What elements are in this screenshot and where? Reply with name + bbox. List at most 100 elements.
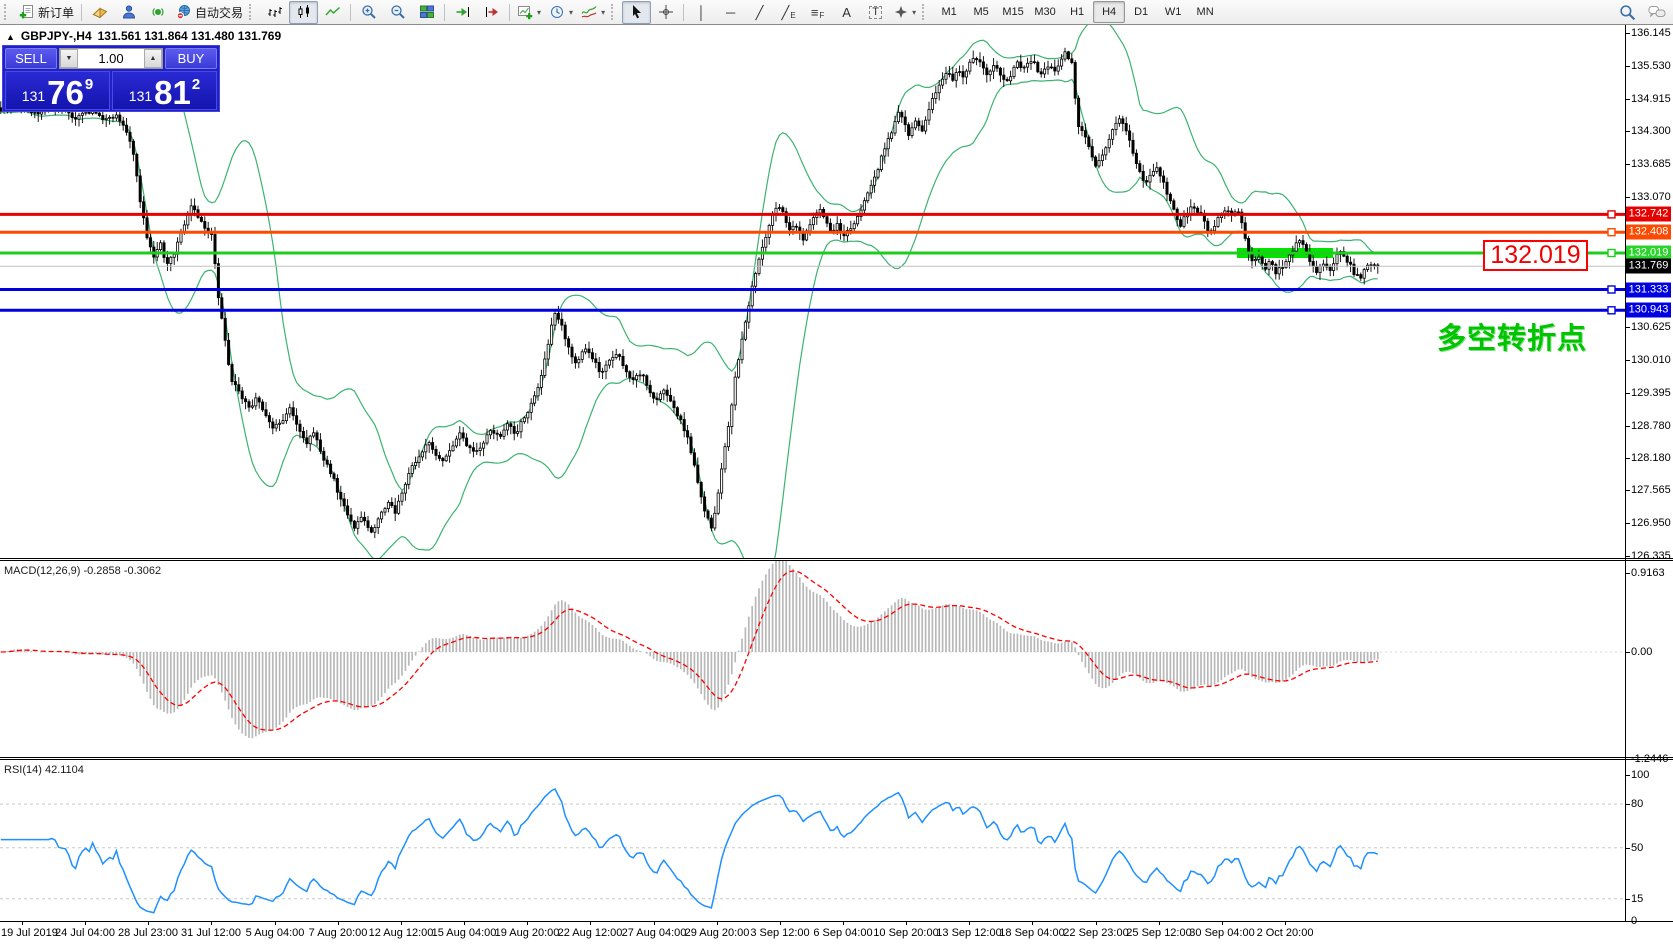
time-axis-tick [906, 921, 907, 925]
crosshair-tool-button[interactable] [651, 1, 680, 24]
line-chart-mode-button[interactable] [318, 1, 347, 24]
toolbar-drag-handle[interactable] [611, 4, 618, 20]
arrows-tool-button[interactable]: ▾ [890, 1, 920, 24]
dropdown-caret-icon: ▾ [601, 8, 605, 17]
timeframe-button-m15[interactable]: M15 [997, 1, 1029, 23]
vertical-line-tool-button[interactable]: │ [687, 1, 716, 24]
candlestick-mode-button[interactable] [289, 1, 318, 24]
timeframe-button-d1[interactable]: D1 [1125, 1, 1157, 23]
clock-icon [549, 4, 565, 20]
strategy-tester-button[interactable] [114, 1, 143, 24]
main-chart-plot[interactable] [0, 25, 1625, 558]
level-price-label: 132.408 [1626, 225, 1671, 240]
person-chart-icon [121, 4, 137, 20]
volume-input[interactable]: 1.00 [78, 49, 144, 68]
time-axis-label: 19 Jul 2019 [1, 927, 58, 939]
toolbar-separator [81, 4, 82, 21]
price-axis-line[interactable] [1625, 25, 1626, 921]
toolbar-drag-handle[interactable] [4, 4, 11, 20]
price-axis-label: 128.780 [1631, 420, 1671, 432]
time-axis-tick [85, 921, 86, 925]
timeframe-button-h4[interactable]: H4 [1093, 1, 1125, 23]
price-axis-label: 136.145 [1631, 27, 1671, 39]
search-button[interactable] [1613, 1, 1642, 24]
profiles-button[interactable]: ▾ [545, 1, 577, 24]
chart-shift-button[interactable] [477, 1, 506, 24]
autotrading-label: 自动交易 [195, 4, 243, 21]
rsi-plot[interactable] [0, 760, 1625, 921]
tile-windows-button[interactable] [412, 1, 441, 24]
macd-plot[interactable] [0, 561, 1625, 757]
pivot-annotation-text[interactable]: 多空转折点 [1437, 315, 1587, 357]
zoom-out-button[interactable] [383, 1, 412, 24]
text-label-tool-button[interactable]: T [861, 1, 890, 24]
time-axis-label: 2 Oct 20:00 [1257, 927, 1314, 939]
timeframe-button-w1[interactable]: W1 [1157, 1, 1189, 23]
horizontal-line-tool-button[interactable]: ─ [716, 1, 745, 24]
price-axis-tick [1626, 197, 1630, 198]
timeframe-button-m30[interactable]: M30 [1029, 1, 1061, 23]
time-axis-tick [401, 921, 402, 925]
search-icon [1619, 4, 1636, 21]
timeframe-button-h1[interactable]: H1 [1061, 1, 1093, 23]
rsi-label: RSI(14) 42.1104 [4, 764, 84, 776]
time-axis-label: 22 Aug 12:00 [558, 927, 623, 939]
price-axis-label: 129.395 [1631, 387, 1671, 399]
time-axis-tick [22, 921, 23, 925]
volume-increase-button[interactable]: ▲ [144, 49, 162, 68]
chat-button[interactable] [1642, 1, 1671, 24]
cursor-tool-button[interactable] [622, 1, 651, 24]
bar-chart-icon [267, 4, 283, 20]
market-watch-button[interactable] [85, 1, 114, 24]
timeframe-button-m5[interactable]: M5 [965, 1, 997, 23]
buy-button[interactable]: BUY [165, 48, 217, 69]
time-axis-tick [843, 921, 844, 925]
time-axis-tick [1159, 921, 1160, 925]
rsi-axis-label: 15 [1631, 893, 1643, 905]
indicators-button[interactable]: ▾ [577, 1, 609, 24]
price-axis-tick [1626, 33, 1630, 34]
time-axis-label: 28 Jul 23:00 [118, 927, 178, 939]
channel-tool-button[interactable]: ╱E [774, 1, 803, 24]
zoom-in-button[interactable] [354, 1, 383, 24]
price-axis-label: 130.010 [1631, 354, 1671, 366]
buy-price-display[interactable]: 131 81 2 [112, 71, 217, 110]
autotrading-button[interactable]: 自动交易 [172, 1, 247, 24]
time-axis-tick [527, 921, 528, 925]
auto-scroll-button[interactable] [448, 1, 477, 24]
price-callout-box[interactable]: 132.019 [1483, 240, 1588, 271]
text-tool-button[interactable]: A [832, 1, 861, 24]
sell-price-display[interactable]: 131 76 9 [5, 71, 110, 110]
fibonacci-tool-button[interactable]: ≡F [803, 1, 832, 24]
zoom-out-icon [390, 4, 406, 20]
toolbar-separator [444, 4, 445, 21]
time-axis-label: 24 Jul 04:00 [55, 927, 115, 939]
time-axis-label: 30 Sep 04:00 [1189, 927, 1254, 939]
dropdown-caret-icon: ▾ [569, 8, 573, 17]
time-axis-label: 31 Jul 12:00 [181, 927, 241, 939]
bar-chart-mode-button[interactable] [260, 1, 289, 24]
tile-windows-icon [419, 4, 435, 20]
time-axis-label: 5 Aug 04:00 [246, 927, 305, 939]
price-axis-label: 127.565 [1631, 484, 1671, 496]
rsi-axis-label: 80 [1631, 798, 1643, 810]
timeframe-button-m1[interactable]: M1 [933, 1, 965, 23]
timeframe-button-mn[interactable]: MN [1189, 1, 1221, 23]
new-order-button[interactable]: 新订单 [15, 1, 78, 24]
volume-decrease-button[interactable]: ▼ [60, 49, 78, 68]
trendline-tool-button[interactable]: ╱ [745, 1, 774, 24]
toolbar-drag-handle[interactable] [922, 4, 929, 20]
toolbar-separator [350, 4, 351, 21]
new-order-icon [19, 4, 35, 20]
news-signal-button[interactable] [143, 1, 172, 24]
rsi-axis-tick [1626, 804, 1630, 805]
oneclick-collapse-icon[interactable]: ▲ [6, 32, 15, 42]
new-chart-button[interactable]: ▾ [513, 1, 545, 24]
vertical-line-icon: │ [698, 6, 706, 19]
sell-button[interactable]: SELL [5, 48, 57, 69]
price-axis-tick [1626, 523, 1630, 524]
toolbar-drag-handle[interactable] [249, 4, 256, 20]
time-axis-tick [275, 921, 276, 925]
macd-axis-tick [1626, 652, 1630, 653]
price-axis-tick [1626, 556, 1630, 557]
